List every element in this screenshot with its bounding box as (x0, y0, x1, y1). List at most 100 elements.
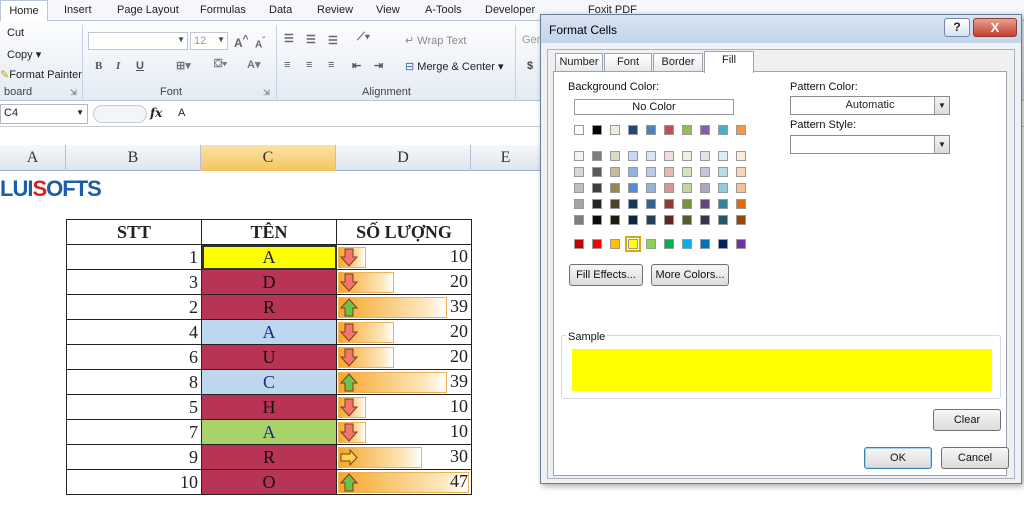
help-button[interactable]: ? (944, 18, 970, 37)
bold-icon[interactable]: B (95, 60, 102, 72)
so-luong-cell[interactable]: 20 (336, 319, 472, 345)
ok-button[interactable]: OK (864, 447, 932, 469)
ten-cell[interactable]: R (201, 294, 337, 320)
tab-font[interactable]: Font (604, 53, 652, 72)
header-stt[interactable]: STT (66, 219, 202, 245)
theme-color-swatch[interactable] (664, 151, 674, 161)
ten-cell[interactable]: C (201, 369, 337, 395)
standard-color-swatch[interactable] (736, 239, 746, 249)
standard-color-swatch[interactable] (592, 239, 602, 249)
theme-color-swatch[interactable] (592, 151, 602, 161)
theme-color-swatch[interactable] (646, 199, 656, 209)
theme-color-swatch[interactable] (610, 167, 620, 177)
ten-cell[interactable]: A (201, 244, 337, 270)
theme-color-swatch[interactable] (682, 167, 692, 177)
font-name-combo[interactable]: ▼ (88, 32, 188, 50)
ten-cell[interactable]: H (201, 394, 337, 420)
theme-color-swatch[interactable] (664, 215, 674, 225)
column-header-b[interactable]: B (66, 145, 201, 171)
theme-color-swatch[interactable] (700, 199, 710, 209)
theme-color-swatch[interactable] (646, 125, 656, 135)
so-luong-cell[interactable]: 39 (336, 294, 472, 320)
tab-page-layout[interactable]: Page Layout (117, 4, 179, 16)
column-header-e[interactable]: E (471, 145, 541, 171)
theme-color-swatch[interactable] (610, 183, 620, 193)
theme-color-swatch[interactable] (736, 199, 746, 209)
ten-cell[interactable]: A (201, 419, 337, 445)
standard-color-swatch[interactable] (574, 239, 584, 249)
theme-color-swatch[interactable] (736, 183, 746, 193)
dialog-launcher-icon[interactable]: ⇲ (70, 88, 77, 97)
no-color-button[interactable]: No Color (574, 99, 734, 115)
theme-color-swatch[interactable] (664, 183, 674, 193)
theme-color-swatch[interactable] (718, 199, 728, 209)
align-left-icon[interactable]: ≡ (284, 59, 290, 71)
header-so-luong[interactable]: SỐ LƯỢNG (336, 219, 472, 245)
stt-cell[interactable]: 6 (66, 344, 202, 370)
tab-home[interactable]: Home (0, 0, 48, 22)
ten-cell[interactable]: O (201, 469, 337, 495)
standard-color-swatch[interactable] (682, 239, 692, 249)
currency-icon[interactable]: $ (527, 60, 533, 72)
theme-color-swatch[interactable] (574, 199, 584, 209)
column-header-d[interactable]: D (336, 145, 471, 171)
align-top-icon[interactable]: ☰ (284, 32, 294, 45)
theme-color-swatch[interactable] (646, 215, 656, 225)
theme-color-swatch[interactable] (682, 183, 692, 193)
ten-cell[interactable]: A (201, 319, 337, 345)
close-button[interactable]: X (973, 18, 1017, 37)
theme-color-swatch[interactable] (736, 151, 746, 161)
theme-color-swatch[interactable] (592, 125, 602, 135)
tab-insert[interactable]: Insert (64, 4, 92, 16)
theme-color-swatch[interactable] (682, 199, 692, 209)
theme-color-swatch[interactable] (682, 151, 692, 161)
so-luong-cell[interactable]: 47 (336, 469, 472, 495)
format-painter-button[interactable]: ✎Format Painter (0, 68, 82, 81)
theme-color-swatch[interactable] (682, 215, 692, 225)
theme-color-swatch[interactable] (592, 167, 602, 177)
decrease-indent-icon[interactable]: ⇤ (352, 59, 361, 72)
column-header-c[interactable]: C (201, 145, 336, 171)
stt-cell[interactable]: 2 (66, 294, 202, 320)
underline-icon[interactable]: U (136, 60, 144, 72)
theme-color-swatch[interactable] (718, 151, 728, 161)
font-size-combo[interactable]: 12 ▼ (190, 32, 228, 50)
border-icon[interactable]: ⊞▾ (176, 59, 191, 72)
theme-color-swatch[interactable] (718, 215, 728, 225)
theme-color-swatch[interactable] (592, 215, 602, 225)
formula-input[interactable]: A (178, 107, 185, 119)
italic-icon[interactable]: I (116, 60, 120, 72)
tab-formulas[interactable]: Formulas (200, 4, 246, 16)
column-header-a[interactable]: A (0, 145, 66, 171)
standard-color-swatch[interactable] (646, 239, 656, 249)
shrink-font-icon[interactable]: Aˇ (255, 35, 265, 50)
pattern-color-dropdown[interactable]: Automatic ▼ (790, 96, 950, 115)
copy-button[interactable]: Copy ▾ (7, 48, 41, 61)
merge-center-button[interactable]: ⊟ Merge & Center ▾ (405, 60, 504, 73)
grow-font-icon[interactable]: A^ (234, 34, 249, 50)
theme-color-swatch[interactable] (628, 167, 638, 177)
ten-cell[interactable]: U (201, 344, 337, 370)
ten-cell[interactable]: R (201, 444, 337, 470)
stt-cell[interactable]: 8 (66, 369, 202, 395)
theme-color-swatch[interactable] (574, 215, 584, 225)
so-luong-cell[interactable]: 10 (336, 394, 472, 420)
align-middle-icon[interactable]: ☰ (306, 33, 316, 46)
so-luong-cell[interactable]: 39 (336, 369, 472, 395)
tab-fill[interactable]: Fill (704, 51, 754, 73)
theme-color-swatch[interactable] (574, 183, 584, 193)
tab-border[interactable]: Border (653, 53, 703, 72)
theme-color-swatch[interactable] (574, 167, 584, 177)
orientation-icon[interactable]: ⟋▾ (357, 31, 370, 44)
theme-color-swatch[interactable] (628, 199, 638, 209)
theme-color-swatch[interactable] (664, 167, 674, 177)
standard-color-swatch[interactable] (718, 239, 728, 249)
theme-color-swatch[interactable] (628, 151, 638, 161)
theme-color-swatch[interactable] (646, 151, 656, 161)
theme-color-swatch[interactable] (610, 125, 620, 135)
stt-cell[interactable]: 3 (66, 269, 202, 295)
cut-button[interactable]: Cut (7, 27, 24, 39)
standard-color-swatch[interactable] (700, 239, 710, 249)
tab-developer[interactable]: Developer (485, 4, 535, 16)
theme-color-swatch[interactable] (718, 125, 728, 135)
